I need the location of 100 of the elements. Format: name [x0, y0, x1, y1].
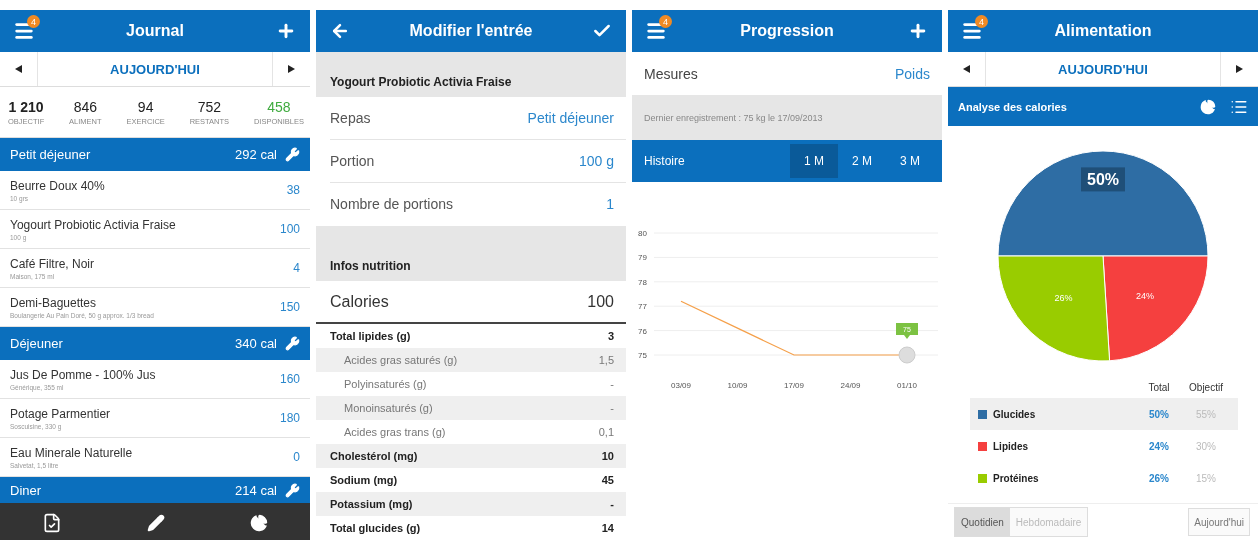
entry-field[interactable]: Nombre de portions 1 [330, 183, 626, 226]
macro-name: Glucides [993, 408, 1036, 420]
y-axis-label: 76 [638, 326, 647, 336]
food-name: Eau Minerale Naturelle [10, 445, 134, 460]
summary-value: 1 210 [8, 98, 44, 115]
food-calories: 0 [293, 450, 300, 464]
notification-badge: 4 [975, 15, 988, 28]
meal-calories: 292 cal [235, 147, 277, 162]
nutrient-value: - [610, 498, 614, 510]
food-name: Jus De Pomme - 100% Jus [10, 367, 157, 382]
pie-slice[interactable] [1102, 255, 1209, 362]
goal-value: 30% [1195, 440, 1217, 452]
nutrient-value: 0,1 [598, 426, 614, 438]
food-calories: 180 [279, 411, 300, 425]
screen-title: Modifier l'entrée [408, 22, 534, 40]
nutrient-value: - [610, 402, 614, 414]
nutrient-label: Cholestérol (mg) [330, 450, 418, 462]
food-name: Yogourt Probiotic Activia Fraise [10, 217, 177, 232]
x-axis-label: 01/10 [897, 381, 917, 390]
slice-label: 50% [1081, 167, 1125, 192]
date-label: AUJOURD'HUI [1057, 61, 1149, 77]
food-name: Café Filtre, Noir [10, 256, 96, 271]
meal-calories: 214 cal [235, 482, 277, 498]
macro-name: Lipides [993, 440, 1028, 452]
column-header: Total [1147, 381, 1171, 393]
menu-icon [13, 20, 35, 42]
period-tab[interactable]: Quotidien [955, 508, 1010, 536]
range-tab[interactable]: 1 M [790, 144, 838, 178]
x-axis-label: 03/09 [671, 381, 691, 390]
food-calories: 100 [279, 222, 300, 236]
field-label: Repas [330, 110, 371, 126]
screen-title: Journal [125, 22, 185, 40]
column-header: Objectif [1188, 381, 1224, 393]
summary-value: 846 [73, 98, 98, 115]
measure-value[interactable]: Poids [894, 65, 930, 82]
field-value: 100 g [578, 153, 614, 169]
field-value: Petit déjeuner [527, 110, 614, 126]
pie-slice[interactable] [997, 255, 1111, 362]
range-tab[interactable]: 3 M [886, 144, 934, 178]
document-check-icon [42, 513, 63, 533]
slice-label: 24% [1136, 290, 1155, 301]
macro-name: Protéines [993, 472, 1039, 484]
nutrient-label: Potassium (mg) [330, 498, 413, 510]
nutrient-label: Total lipides (g) [330, 330, 411, 342]
pie-chart-icon [249, 514, 268, 532]
nutrient-label: Total glucides (g) [330, 522, 421, 534]
nutrient-value: 10 [601, 450, 614, 462]
nutrient-value: 3 [607, 330, 614, 342]
slice-label: 26% [1054, 293, 1073, 304]
total-value: 24% [1148, 440, 1170, 452]
triangle-left-icon [963, 65, 970, 73]
today-button[interactable]: Aujourd'hui [1188, 508, 1250, 536]
nutrient-value: 45 [601, 474, 614, 486]
food-calories: 150 [279, 300, 300, 314]
nutrient-label: Acides gras saturés (g) [344, 354, 458, 366]
y-axis-label: 77 [638, 302, 647, 312]
menu-icon [645, 20, 667, 42]
entry-field[interactable]: Repas Petit déjeuner [330, 97, 626, 140]
field-label: Nombre de portions [330, 196, 453, 212]
food-calories: 38 [286, 183, 300, 197]
summary-value: 458 [267, 98, 291, 115]
nutrient-label: Sodium (mg) [330, 474, 398, 486]
total-value: 26% [1148, 472, 1170, 484]
nutrient-label: Monoinsaturés (g) [344, 402, 433, 414]
x-axis-label: 17/09 [784, 381, 804, 390]
field-label: Portion [330, 153, 375, 169]
section-title: Analyse des calories [958, 100, 1068, 113]
meal-name: Petit déjeuner [10, 147, 92, 162]
notification-badge: 4 [27, 15, 40, 28]
entry-field[interactable]: Portion 100 g [330, 140, 626, 183]
triangle-right-icon [288, 65, 295, 73]
screen-title: Alimentation [1053, 22, 1153, 40]
goal-value: 15% [1195, 472, 1217, 484]
food-name: Demi-Baguettes [10, 295, 98, 310]
y-axis-label: 75 [638, 351, 647, 360]
food-name: Potage Parmentier [10, 406, 112, 421]
food-calories: 160 [279, 372, 300, 386]
wrench-icon[interactable] [285, 482, 300, 498]
pie-chart-icon[interactable] [1200, 98, 1216, 115]
wrench-icon[interactable] [285, 336, 300, 351]
x-axis-label: 10/09 [727, 381, 748, 390]
pencil-icon [147, 514, 165, 532]
screen-title: Progression [739, 22, 835, 40]
total-value: 50% [1148, 408, 1170, 420]
measure-label: Mesures [644, 65, 698, 82]
y-axis-label: 79 [638, 253, 647, 263]
wrench-icon[interactable] [285, 147, 300, 162]
range-tab[interactable]: 2 M [838, 144, 886, 178]
nutrient-label: Polyinsaturés (g) [344, 378, 427, 390]
section-title: Infos nutrition [330, 259, 411, 273]
nutrient-value: 14 [601, 522, 614, 534]
summary-value: 752 [197, 98, 222, 115]
pie-slice[interactable] [997, 150, 1209, 257]
meal-calories: 340 cal [235, 336, 277, 351]
date-label: AUJOURD'HUI [109, 61, 201, 77]
calories-value: 100 [587, 292, 614, 311]
history-label: Histoire [644, 154, 686, 168]
food-calories: 4 [293, 261, 300, 275]
x-axis-label: 24/09 [840, 381, 861, 390]
triangle-right-icon [1236, 65, 1243, 73]
